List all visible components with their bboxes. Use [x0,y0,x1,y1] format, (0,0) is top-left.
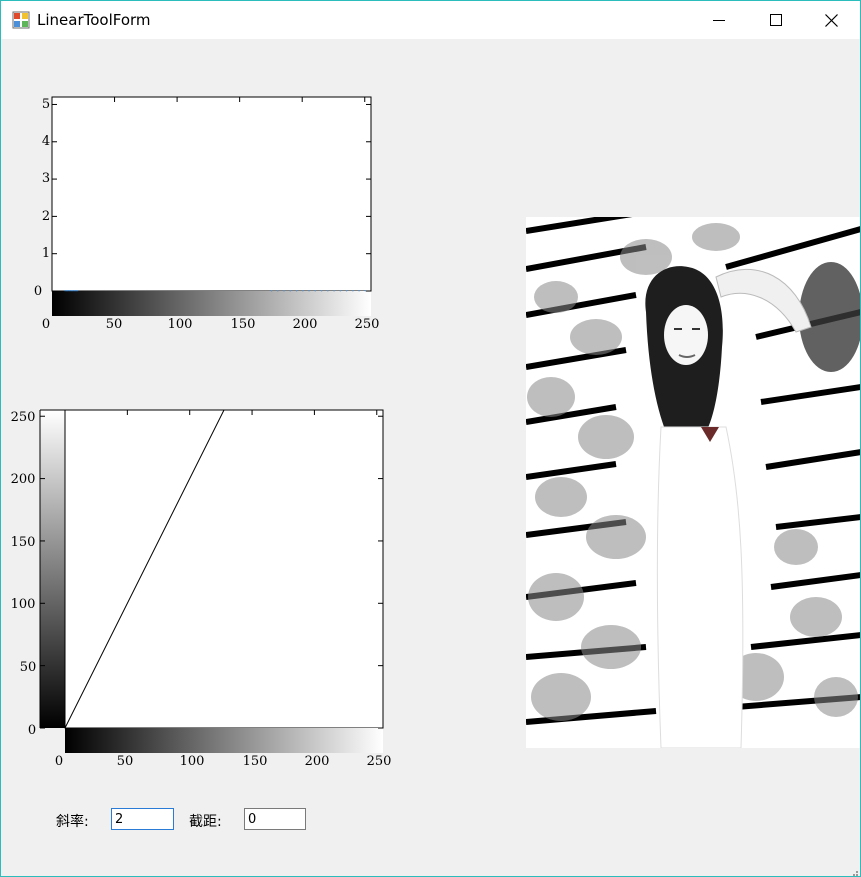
hist-bar [314,290,316,292]
hist-bar [327,290,329,292]
processed-image [525,204,860,749]
maximize-icon [769,14,782,26]
hist-x-tick: 250 [355,317,380,332]
histogram-gray-scale-bar [52,291,371,316]
tf-x-tick: 100 [180,754,205,769]
hist-bar [67,290,69,292]
hist-y-tick: 3 [42,171,50,186]
hist-bar [345,290,348,292]
tf-y-tick: 50 [20,660,37,675]
transform-plot-area [64,409,384,729]
app-form-icon [12,11,30,29]
hist-bar [308,290,310,292]
hist-bar [270,290,273,292]
hist-x-tick: 50 [106,317,123,332]
close-button[interactable] [803,1,860,39]
linear-tool-window: LinearToolForm 0 1 2 3 4 5 0 50 100 150 … [0,0,861,877]
slope-label: 斜率: [56,814,89,830]
hist-x-tick: 100 [168,317,193,332]
title-bar[interactable]: LinearToolForm [1,1,860,39]
hist-bar [358,290,360,292]
tf-x-tick: 50 [117,754,134,769]
window-title: LinearToolForm [37,11,151,29]
tf-x-tick: 150 [243,754,268,769]
hist-y-tick: 5 [42,97,50,112]
hist-x-tick: 150 [231,317,256,332]
transform-chart: 0 50 100 150 200 250 0 50 100 150 200 25… [1,401,401,776]
resize-grip-icon[interactable] [848,864,858,876]
tf-y-tick: 0 [28,723,36,738]
minimize-button[interactable] [690,1,747,39]
hist-bar [352,290,354,292]
hist-bar [64,290,66,292]
histogram-plot-area [51,96,372,292]
transform-gray-scale-bar-horizontal [65,728,383,753]
hist-bar [295,290,298,292]
hist-bar [72,290,74,292]
histogram-chart: 0 1 2 3 4 5 0 50 100 150 200 250 [1,81,401,341]
hist-y-tick: 0 [34,284,42,299]
tf-y-tick: 250 [11,410,36,425]
close-icon [825,13,838,27]
hist-x-tick: 200 [293,317,318,332]
hist-bar [68,290,70,292]
slope-input[interactable]: 2 [111,808,174,830]
maximize-button[interactable] [747,1,804,39]
hist-x-tick: 0 [42,317,50,332]
intercept-label: 截距: [189,814,222,830]
hist-y-tick: 4 [42,134,50,149]
hist-bar [289,290,291,292]
hist-y-tick: 1 [42,246,50,261]
hist-bar [74,290,76,292]
hist-bar [69,290,71,292]
tf-x-tick: 250 [367,754,392,769]
hist-bar [73,290,75,292]
tf-y-tick: 100 [11,597,36,612]
tf-x-tick: 200 [305,754,330,769]
tf-y-tick: 150 [11,535,36,550]
tf-y-tick: 200 [11,472,36,487]
hist-bar [283,290,285,292]
intercept-input[interactable]: 0 [244,808,306,830]
hist-bar [277,290,279,292]
hist-bar [70,290,72,292]
transform-gray-scale-bar-vertical [40,410,65,728]
hist-bar [302,290,304,292]
hist-bar [339,290,341,292]
tf-x-tick: 0 [55,754,63,769]
hist-bar [364,290,366,292]
hist-bar [320,290,323,292]
minimize-icon [712,20,725,21]
hist-bar [333,290,335,292]
hist-y-tick: 2 [42,209,50,224]
hist-bar [65,290,67,292]
hist-bar [75,290,77,292]
hist-bar [77,290,79,292]
